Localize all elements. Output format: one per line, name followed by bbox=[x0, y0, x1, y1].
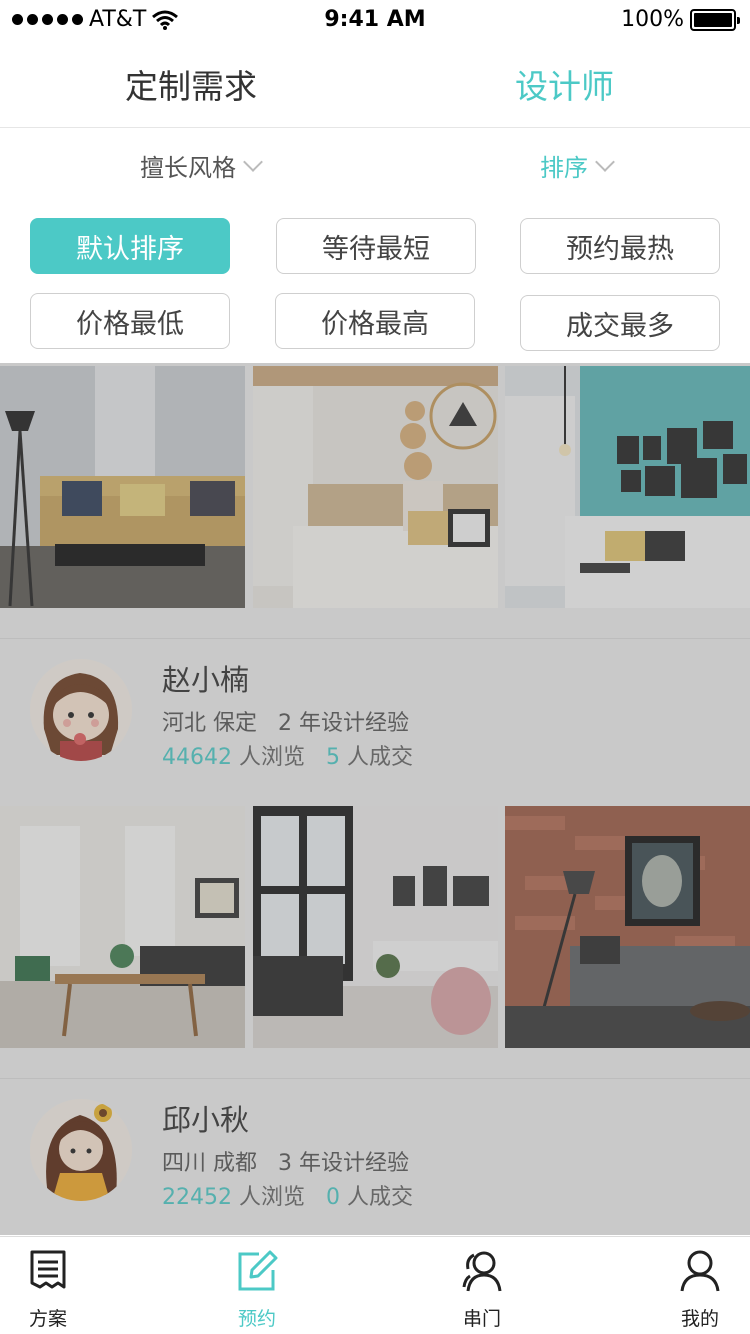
style-filter-label: 擅长风格 bbox=[140, 154, 236, 182]
deal-count: 0 bbox=[326, 1185, 340, 1210]
sort-options: 默认排序 等待最短 预约最热 价格最低 价格最高 成交最多 bbox=[30, 218, 720, 351]
sort-most-deals-button[interactable]: 成交最多 bbox=[520, 295, 720, 351]
designer-card[interactable]: 邱小秋 四川 成都 3 年设计经验 22452 人浏览 0 人成交 bbox=[0, 1078, 750, 1235]
view-count: 44642 bbox=[162, 745, 232, 770]
designer-stats: 44642 人浏览 5 人成交 bbox=[162, 739, 413, 771]
sort-shortest-wait-button[interactable]: 等待最短 bbox=[276, 218, 476, 274]
designer-feed: 赵小楠 河北 保定 2 年设计经验 44642 人浏览 5 人成交 邱小秋 四川… bbox=[0, 363, 750, 1235]
portfolio-photo[interactable] bbox=[505, 806, 750, 1048]
portfolio-photo[interactable] bbox=[0, 806, 245, 1048]
tab-mine-label: 我的 bbox=[680, 1308, 719, 1330]
view-count-label: 人浏览 bbox=[239, 1185, 306, 1210]
designer-meta: 河北 保定 2 年设计经验 bbox=[162, 705, 409, 737]
designer-location: 四川 成都 bbox=[162, 1151, 257, 1176]
avatar bbox=[30, 1099, 132, 1201]
document-icon bbox=[30, 1250, 66, 1289]
battery-percent: 100% bbox=[621, 7, 684, 32]
view-count-label: 人浏览 bbox=[239, 745, 306, 770]
chevron-down-icon bbox=[595, 151, 615, 172]
tab-plans[interactable]: 方案 bbox=[3, 1249, 93, 1331]
designer-portfolio-row bbox=[0, 803, 750, 1048]
designer-location: 河北 保定 bbox=[162, 711, 257, 736]
sort-default-button[interactable]: 默认排序 bbox=[30, 218, 230, 274]
deal-count-label: 人成交 bbox=[347, 745, 414, 770]
designer-meta: 四川 成都 3 年设计经验 bbox=[162, 1145, 409, 1177]
portfolio-photo[interactable] bbox=[253, 806, 498, 1048]
chevron-down-icon bbox=[243, 151, 263, 172]
portfolio-photo[interactable] bbox=[253, 366, 498, 608]
edit-icon bbox=[238, 1250, 278, 1291]
designer-stats: 22452 人浏览 0 人成交 bbox=[162, 1179, 413, 1211]
tab-visit[interactable]: 串门 bbox=[437, 1249, 527, 1331]
designer-card[interactable]: 赵小楠 河北 保定 2 年设计经验 44642 人浏览 5 人成交 bbox=[0, 638, 750, 804]
designer-experience: 2 年设计经验 bbox=[277, 711, 409, 736]
tab-visit-label: 串门 bbox=[462, 1308, 501, 1330]
sort-most-booked-button[interactable]: 预约最热 bbox=[520, 218, 720, 274]
tab-mine[interactable]: 我的 bbox=[655, 1249, 745, 1331]
deal-count-label: 人成交 bbox=[347, 1185, 414, 1210]
tab-designer[interactable]: 设计师 bbox=[515, 60, 614, 108]
status-bar: AT&T 9:41 AM 100% bbox=[0, 0, 750, 40]
tab-custom-request[interactable]: 定制需求 bbox=[125, 60, 257, 108]
view-count: 22452 bbox=[162, 1185, 232, 1210]
designer-experience: 3 年设计经验 bbox=[277, 1151, 409, 1176]
sort-filter-label: 排序 bbox=[540, 154, 588, 182]
top-tabs: 定制需求 设计师 bbox=[0, 40, 750, 128]
style-filter[interactable]: 擅长风格 bbox=[140, 148, 263, 183]
people-icon bbox=[462, 1251, 502, 1292]
portfolio-photo[interactable] bbox=[0, 366, 245, 608]
tab-bar: 方案 预约 串门 我的 bbox=[0, 1236, 750, 1334]
portfolio-photo[interactable] bbox=[505, 366, 750, 608]
designer-name: 赵小楠 bbox=[162, 663, 250, 697]
sort-filter[interactable]: 排序 bbox=[540, 148, 615, 183]
avatar bbox=[30, 659, 132, 761]
filter-row: 擅长风格 排序 bbox=[0, 130, 750, 200]
sort-highest-price-button[interactable]: 价格最高 bbox=[275, 293, 475, 349]
battery-status: 100% bbox=[621, 7, 740, 32]
tab-booking[interactable]: 预约 bbox=[212, 1249, 302, 1331]
designer-portfolio-row bbox=[0, 363, 750, 608]
user-icon bbox=[680, 1250, 720, 1292]
tab-plans-label: 方案 bbox=[28, 1308, 67, 1330]
tab-booking-label: 预约 bbox=[237, 1308, 276, 1330]
battery-icon bbox=[690, 8, 740, 31]
designer-name: 邱小秋 bbox=[162, 1103, 250, 1137]
deal-count: 5 bbox=[326, 745, 340, 770]
sort-lowest-price-button[interactable]: 价格最低 bbox=[30, 293, 230, 349]
